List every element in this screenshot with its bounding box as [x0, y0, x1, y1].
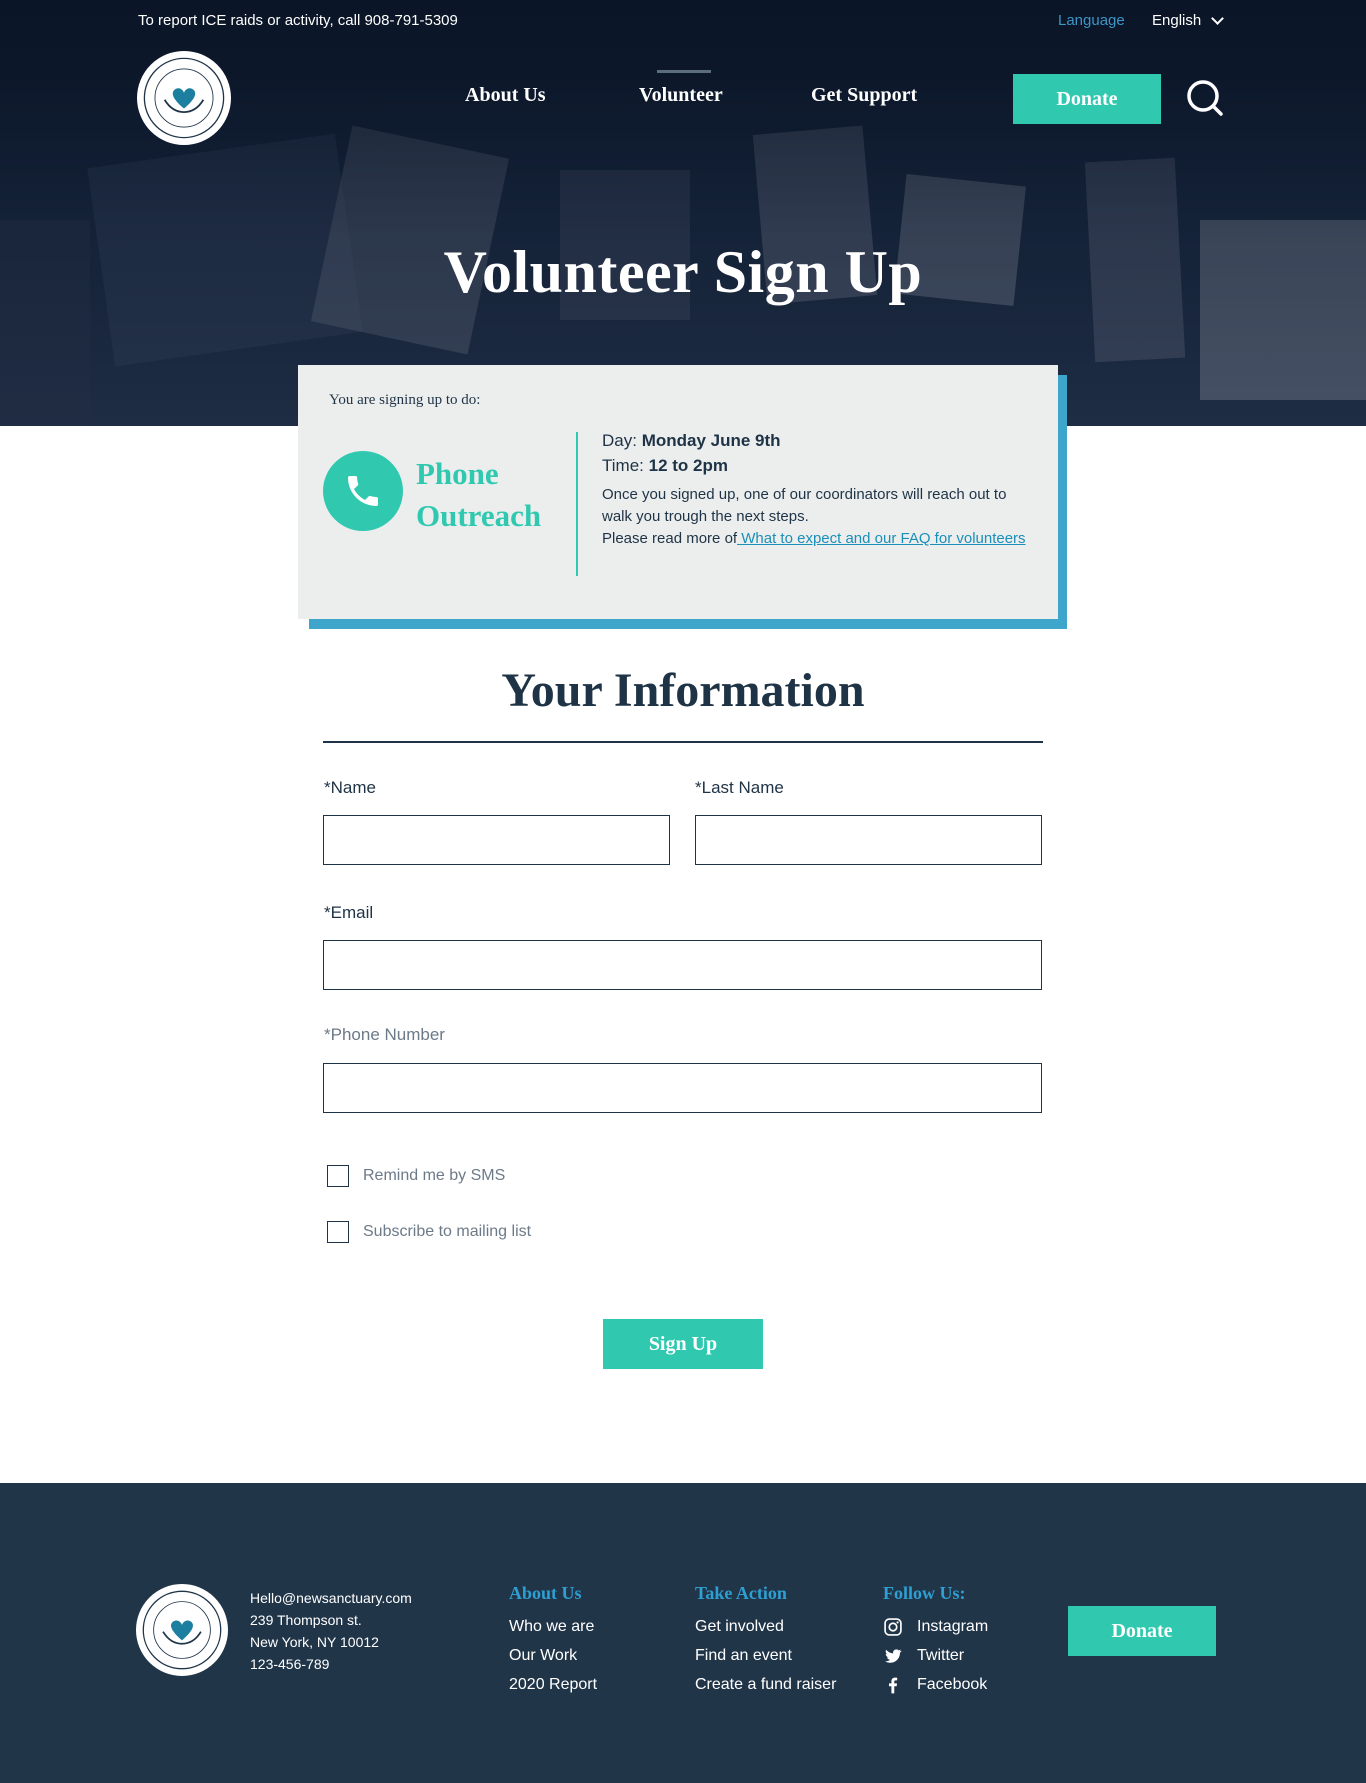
checkbox-box[interactable]	[327, 1165, 349, 1187]
day-line: Day: Monday June 9th	[602, 431, 1032, 451]
footer-link-find-event[interactable]: Find an event	[695, 1641, 836, 1670]
last-name-label: *Last Name	[695, 778, 784, 797]
footer-email[interactable]: Hello@newsanctuary.com	[250, 1587, 412, 1609]
nav-get-support[interactable]: Get Support	[811, 84, 917, 107]
time-value: 12 to 2pm	[648, 456, 728, 475]
logo-emblem-icon	[142, 1590, 222, 1670]
search-icon[interactable]	[1185, 78, 1225, 118]
footer: Hello@newsanctuary.com 239 Thompson st. …	[0, 1483, 1366, 1783]
site-logo[interactable]	[137, 51, 231, 145]
activity-name: Phone Outreach	[416, 456, 542, 533]
footer-logo[interactable]	[136, 1584, 228, 1676]
nav-volunteer[interactable]: Volunteer	[639, 84, 723, 107]
checkbox-box[interactable]	[327, 1221, 349, 1243]
email-input[interactable]	[323, 940, 1042, 990]
footer-contact: Hello@newsanctuary.com 239 Thompson st. …	[250, 1587, 412, 1675]
card-divider	[576, 432, 578, 576]
day-label: Day:	[602, 431, 637, 450]
footer-heading: About Us	[509, 1583, 582, 1603]
footer-link-who-we-are[interactable]: Who we are	[509, 1612, 597, 1641]
social-facebook[interactable]: Facebook	[883, 1670, 988, 1699]
footer-heading: Follow Us:	[883, 1583, 966, 1603]
form-title: Your Information	[501, 664, 865, 717]
language-select[interactable]: English	[1152, 11, 1225, 29]
signup-summary-card: You are signing up to do: Phone Outreach…	[298, 365, 1058, 619]
footer-heading: Take Action	[695, 1583, 787, 1603]
sms-reminder-checkbox[interactable]: Remind me by SMS	[327, 1165, 505, 1187]
page-title: Volunteer Sign Up	[443, 239, 923, 305]
time-line: Time: 12 to 2pm	[602, 456, 1032, 476]
language-label: Language	[1058, 12, 1125, 29]
name-input[interactable]	[323, 815, 670, 865]
form-divider	[323, 741, 1043, 743]
logo-emblem-icon	[143, 57, 225, 139]
faq-link[interactable]: What to expect and our FAQ for volunteer…	[737, 530, 1025, 547]
social-instagram[interactable]: Instagram	[883, 1612, 988, 1641]
mailing-list-checkbox[interactable]: Subscribe to mailing list	[327, 1221, 531, 1243]
checkbox-label: Subscribe to mailing list	[363, 1223, 532, 1240]
footer-phone: 123-456-789	[250, 1656, 330, 1672]
social-label: Facebook	[917, 1676, 988, 1693]
sign-up-button[interactable]: Sign Up	[603, 1319, 763, 1369]
day-value: Monday June 9th	[641, 431, 781, 450]
footer-link-get-involved[interactable]: Get involved	[695, 1612, 836, 1641]
social-label: Twitter	[917, 1647, 965, 1664]
nav-about-us[interactable]: About Us	[465, 84, 546, 107]
footer-link-fund-raiser[interactable]: Create a fund raiser	[695, 1670, 836, 1699]
social-twitter[interactable]: Twitter	[883, 1641, 988, 1670]
email-label: *Email	[324, 903, 374, 922]
last-name-input[interactable]	[695, 815, 1042, 865]
social-label: Instagram	[917, 1618, 989, 1635]
name-label: *Name	[324, 778, 376, 797]
card-intro: You are signing up to do:	[329, 392, 481, 408]
language-selected: English	[1152, 12, 1202, 29]
card-description: Once you signed up, one of our coordinat…	[602, 484, 1032, 550]
hero-banner: To report ICE raids or activity, call 90…	[0, 0, 1366, 426]
phone-icon	[323, 451, 403, 531]
checkbox-label: Remind me by SMS	[363, 1167, 506, 1184]
footer-donate-button[interactable]: Donate	[1068, 1606, 1216, 1656]
instagram-icon	[884, 1617, 902, 1636]
facebook-icon	[889, 1677, 898, 1693]
read-more-line: Please read more of What to expect and o…	[602, 528, 1032, 550]
card-details: Day: Monday June 9th Time: 12 to 2pm Onc…	[602, 431, 1032, 550]
phone-input[interactable]	[323, 1063, 1042, 1113]
footer-col-about: About Us Who we are Our Work 2020 Report	[509, 1583, 597, 1699]
footer-col-follow: Follow Us: Instagram Twitter Facebook	[883, 1583, 988, 1699]
donate-button[interactable]: Donate	[1013, 74, 1161, 124]
nav-active-indicator	[657, 70, 711, 73]
footer-col-take-action: Take Action Get involved Find an event C…	[695, 1583, 836, 1699]
footer-link-2020-report[interactable]: 2020 Report	[509, 1670, 597, 1699]
footer-address-line2: New York, NY 10012	[250, 1634, 379, 1650]
chevron-down-icon	[1211, 11, 1225, 25]
time-label: Time:	[602, 456, 644, 475]
twitter-icon	[885, 1648, 902, 1663]
read-more-prefix: Please read more of	[602, 530, 738, 547]
footer-address-line1: 239 Thompson st.	[250, 1612, 362, 1628]
footer-link-our-work[interactable]: Our Work	[509, 1641, 597, 1670]
phone-label: *Phone Number	[324, 1025, 445, 1044]
report-notice: To report ICE raids or activity, call 90…	[138, 12, 458, 29]
description-text: Once you signed up, one of our coordinat…	[602, 486, 1007, 525]
